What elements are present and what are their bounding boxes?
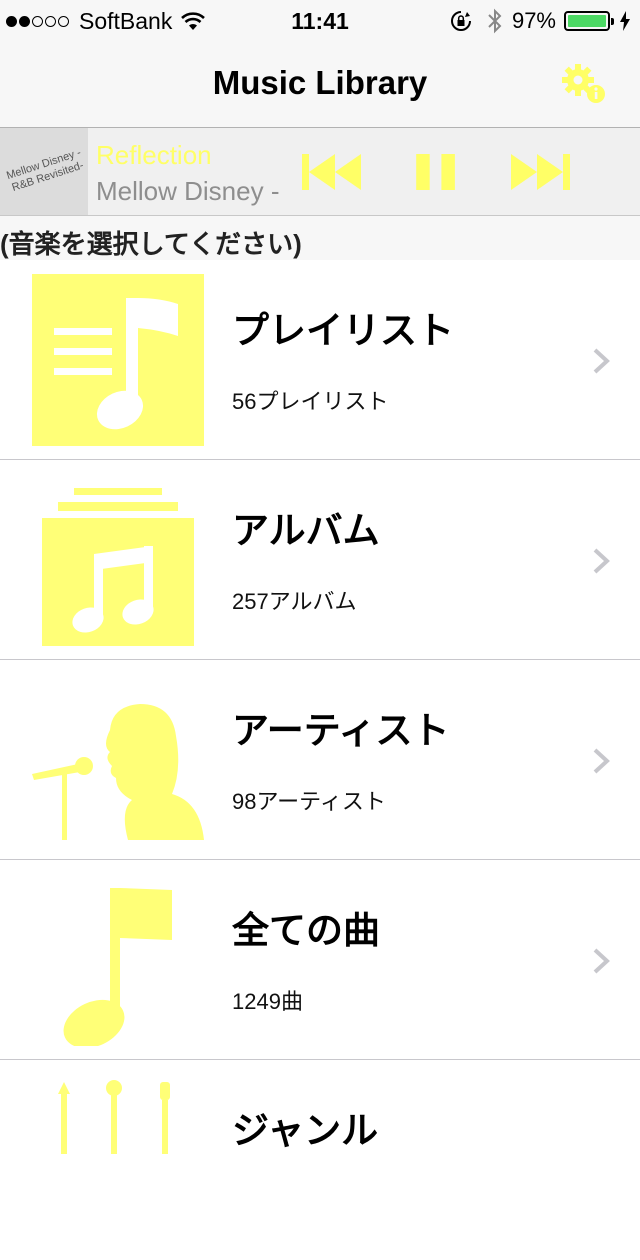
category-title: プレイリスト — [232, 310, 454, 351]
chevron-right-icon — [593, 948, 610, 974]
chevron-right-icon — [593, 748, 610, 774]
category-title: アルバム — [232, 510, 380, 551]
navigation-bar: Music Library — [0, 40, 640, 128]
album-artwork[interactable]: Mellow Disney - R&B Revisited- — [0, 128, 88, 215]
status-bar: SoftBank 11:41 97% — [0, 0, 640, 40]
previous-icon[interactable] — [302, 154, 362, 190]
category-title: ジャンル — [232, 1110, 379, 1151]
category-count: 56プレイリスト — [232, 389, 389, 414]
battery-icon — [564, 11, 614, 31]
artist-icon — [32, 704, 204, 840]
pause-icon[interactable] — [414, 154, 458, 190]
song-icon — [63, 888, 172, 1046]
status-right: 97% — [450, 6, 630, 36]
next-icon[interactable] — [510, 154, 570, 190]
category-row-genres[interactable]: ジャンル — [0, 1060, 640, 1260]
category-row-playlists[interactable]: プレイリスト 56プレイリスト — [0, 260, 640, 460]
charging-icon — [620, 11, 630, 31]
chevron-right-icon — [593, 348, 610, 374]
now-playing-bar: Mellow Disney - R&B Revisited- Reflectio… — [0, 128, 640, 216]
category-row-artists[interactable]: アーティスト 98アーティスト — [0, 660, 640, 860]
now-playing-title: Reflection — [96, 140, 212, 170]
album-icon — [42, 488, 194, 646]
playlist-icon — [32, 274, 204, 446]
category-title: 全ての曲 — [232, 910, 380, 951]
category-count: 98アーティスト — [232, 789, 386, 814]
bluetooth-icon — [488, 8, 502, 34]
category-row-albums[interactable]: アルバム 257アルバム — [0, 460, 640, 660]
page-title: Music Library — [212, 64, 428, 101]
rotation-lock-icon — [450, 11, 471, 31]
section-header: (音楽を選択してください) — [0, 216, 640, 260]
genre-icon — [58, 1080, 170, 1154]
now-playing-artist: Mellow Disney - — [96, 176, 280, 206]
category-count: 1249曲 — [232, 989, 303, 1014]
battery-percent: 97% — [511, 8, 556, 33]
section-header-text: (音楽を選択してください) — [0, 229, 302, 259]
settings-gear-icon[interactable] — [560, 62, 610, 108]
category-row-all-songs[interactable]: 全ての曲 1249曲 — [0, 860, 640, 1060]
chevron-right-icon — [593, 548, 610, 574]
category-count: 257アルバム — [232, 589, 357, 614]
artwork-text: Mellow Disney - R&B Revisited- — [5, 146, 86, 194]
category-title: アーティスト — [232, 710, 450, 751]
